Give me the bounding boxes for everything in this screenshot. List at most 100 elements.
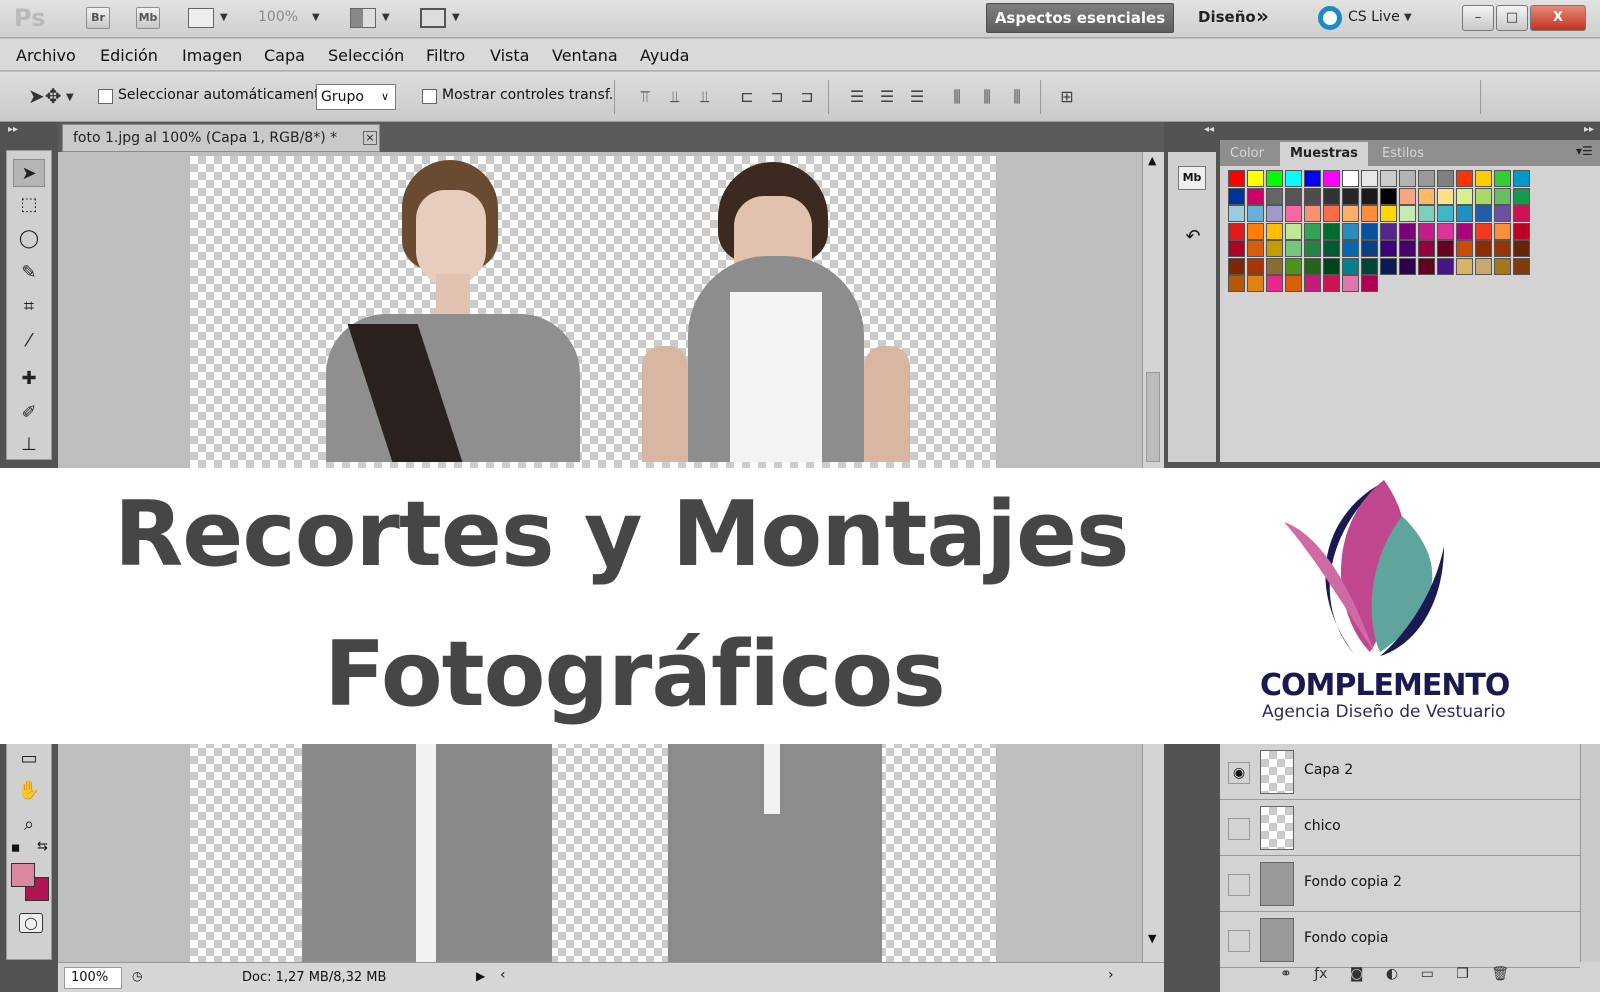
arrange-caret-icon[interactable]: ▼ bbox=[382, 12, 390, 23]
show-transform-checkbox[interactable] bbox=[422, 89, 437, 104]
swatch[interactable] bbox=[1513, 240, 1530, 257]
swatch[interactable] bbox=[1285, 187, 1302, 205]
swatch[interactable] bbox=[1513, 187, 1530, 205]
distribute-hcenter-icon[interactable]: ⫼ bbox=[976, 86, 998, 108]
swatch[interactable] bbox=[1475, 187, 1492, 205]
swatch[interactable] bbox=[1456, 170, 1473, 187]
swatch[interactable] bbox=[1361, 257, 1378, 275]
link-layers-icon[interactable]: ⚭ bbox=[1280, 966, 1292, 982]
align-vcenter-icon[interactable]: ⫫ bbox=[664, 86, 686, 108]
swatch[interactable] bbox=[1418, 205, 1435, 222]
new-layer-icon[interactable]: ❐ bbox=[1456, 966, 1469, 982]
swatch[interactable] bbox=[1361, 170, 1378, 187]
swatch[interactable] bbox=[1342, 170, 1359, 187]
launch-bridge-button[interactable]: Br bbox=[86, 7, 110, 29]
swatch[interactable] bbox=[1323, 187, 1340, 205]
swatch[interactable] bbox=[1475, 205, 1492, 222]
swatch[interactable] bbox=[1475, 170, 1492, 187]
swatch[interactable] bbox=[1456, 205, 1473, 222]
move-tool-preset-icon[interactable]: ➤✥ bbox=[28, 84, 62, 108]
distribute-vcenter-icon[interactable]: ☰ bbox=[876, 86, 898, 108]
quick-select-tool-icon[interactable]: ✎ bbox=[13, 259, 45, 287]
brush-tool-icon[interactable]: ✐ bbox=[13, 399, 45, 427]
swatch[interactable] bbox=[1323, 222, 1340, 240]
swatch[interactable] bbox=[1304, 275, 1321, 292]
arrange-documents-icon[interactable] bbox=[350, 8, 376, 28]
swatch[interactable] bbox=[1494, 257, 1511, 275]
tab-styles[interactable]: Estilos bbox=[1372, 142, 1434, 166]
swatch[interactable] bbox=[1494, 170, 1511, 187]
swatch[interactable] bbox=[1361, 205, 1378, 222]
screen-mode-caret-icon[interactable]: ▼ bbox=[452, 12, 460, 23]
layer-mask-icon[interactable]: ◙ bbox=[1350, 966, 1364, 982]
swatch[interactable] bbox=[1475, 222, 1492, 240]
adjustment-layer-icon[interactable]: ◐ bbox=[1386, 966, 1398, 982]
layer-visibility-eye-icon[interactable]: ◉ bbox=[1228, 762, 1250, 784]
swatch[interactable] bbox=[1304, 222, 1321, 240]
history-panel-icon[interactable]: ↶ bbox=[1180, 226, 1206, 252]
distribute-left-icon[interactable]: ⫼ bbox=[946, 86, 968, 108]
menu-imagen[interactable]: Imagen bbox=[182, 46, 242, 65]
layer-visibility-toggle[interactable] bbox=[1228, 930, 1250, 952]
swatch[interactable] bbox=[1456, 240, 1473, 257]
layers-scrollbar[interactable] bbox=[1580, 744, 1600, 962]
swatch[interactable] bbox=[1228, 170, 1245, 187]
swatch[interactable] bbox=[1399, 170, 1416, 187]
swatch[interactable] bbox=[1228, 205, 1245, 222]
view-extras-caret-icon[interactable]: ▼ bbox=[220, 12, 228, 23]
swatch[interactable] bbox=[1285, 205, 1302, 222]
swatch[interactable] bbox=[1399, 187, 1416, 205]
cs-live-icon[interactable] bbox=[1318, 6, 1342, 30]
swatch[interactable] bbox=[1266, 257, 1283, 275]
swatch[interactable] bbox=[1475, 257, 1492, 275]
scroll-up-icon[interactable]: ▲ bbox=[1148, 154, 1156, 167]
menu-capa[interactable]: Capa bbox=[264, 46, 305, 65]
swatch[interactable] bbox=[1285, 275, 1302, 292]
swatch[interactable] bbox=[1418, 170, 1435, 187]
swatch[interactable] bbox=[1456, 222, 1473, 240]
menu-archivo[interactable]: Archivo bbox=[16, 46, 76, 65]
swatch[interactable] bbox=[1342, 275, 1359, 292]
close-button[interactable]: X bbox=[1530, 5, 1586, 31]
status-menu-arrow-icon[interactable]: ▶ bbox=[476, 969, 485, 983]
swatch[interactable] bbox=[1228, 222, 1245, 240]
swatch[interactable] bbox=[1437, 240, 1454, 257]
swatch[interactable] bbox=[1456, 257, 1473, 275]
swatch[interactable] bbox=[1266, 205, 1283, 222]
swatch[interactable] bbox=[1266, 187, 1283, 205]
menu-filtro[interactable]: Filtro bbox=[426, 46, 465, 65]
align-top-icon[interactable]: ⫪ bbox=[634, 86, 656, 108]
distribute-right-icon[interactable]: ⫼ bbox=[1006, 86, 1028, 108]
workspace-design-button[interactable]: Diseño bbox=[1198, 8, 1256, 26]
swatch[interactable] bbox=[1456, 187, 1473, 205]
align-bottom-icon[interactable]: ⫫ bbox=[694, 86, 716, 108]
swatch[interactable] bbox=[1285, 170, 1302, 187]
status-zoom-field[interactable]: 100% bbox=[64, 967, 122, 989]
delete-layer-icon[interactable]: 🗑 bbox=[1491, 966, 1509, 982]
layer-row[interactable]: ◉ Capa 2 bbox=[1220, 744, 1580, 800]
swatch[interactable] bbox=[1342, 240, 1359, 257]
zoom-caret-icon[interactable]: ▼ bbox=[312, 12, 320, 23]
auto-select-checkbox[interactable] bbox=[98, 89, 113, 104]
swatch[interactable] bbox=[1399, 222, 1416, 240]
swatch[interactable] bbox=[1228, 275, 1245, 292]
swatch[interactable] bbox=[1304, 170, 1321, 187]
quick-mask-icon[interactable]: ◯ bbox=[19, 913, 43, 933]
swatch[interactable] bbox=[1418, 187, 1435, 205]
marquee-tool-icon[interactable]: ⬚ bbox=[13, 191, 45, 219]
swatch[interactable] bbox=[1418, 257, 1435, 275]
swatch[interactable] bbox=[1437, 187, 1454, 205]
auto-select-dropdown[interactable]: Grupo ∨ bbox=[316, 84, 396, 110]
menu-edicion[interactable]: Edición bbox=[100, 46, 158, 65]
minimize-button[interactable]: – bbox=[1462, 5, 1494, 31]
swatch[interactable] bbox=[1418, 222, 1435, 240]
swatch[interactable] bbox=[1304, 257, 1321, 275]
panel-menu-icon[interactable]: ▾☰ bbox=[1576, 144, 1593, 158]
swatch[interactable] bbox=[1418, 240, 1435, 257]
swatch[interactable] bbox=[1342, 187, 1359, 205]
menu-seleccion[interactable]: Selección bbox=[328, 46, 404, 65]
swatch[interactable] bbox=[1513, 170, 1530, 187]
swatch[interactable] bbox=[1380, 257, 1397, 275]
swatch[interactable] bbox=[1361, 187, 1378, 205]
swatch[interactable] bbox=[1266, 275, 1283, 292]
